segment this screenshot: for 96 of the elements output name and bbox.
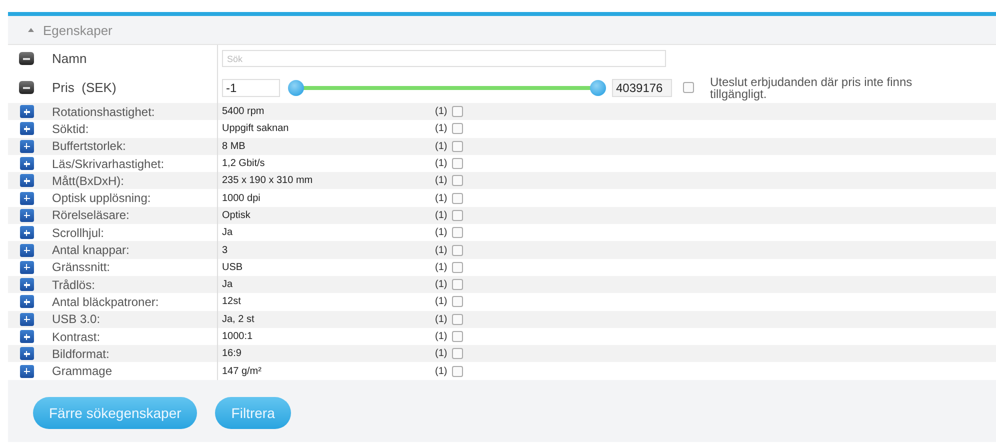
plus-icon[interactable]	[20, 174, 34, 188]
count-label: (1)	[435, 296, 448, 308]
plus-icon[interactable]	[20, 140, 34, 153]
property-label: Antal knappar:	[52, 243, 130, 258]
checkbox[interactable]	[452, 244, 464, 256]
filter-label: Namn	[52, 51, 87, 66]
checkbox[interactable]	[452, 140, 464, 152]
count-label: (1)	[435, 123, 448, 134]
property-label: Optisk upplösning:	[52, 191, 151, 206]
count-label: (1)	[435, 106, 448, 118]
plus-icon[interactable]	[20, 226, 34, 240]
checkbox[interactable]	[452, 106, 464, 118]
plus-icon[interactable]	[20, 312, 34, 326]
plus-icon[interactable]	[20, 105, 34, 118]
checkbox[interactable]	[452, 158, 464, 170]
slider-handle[interactable]	[590, 80, 606, 96]
property-value: Ja, 2 st	[222, 314, 256, 325]
property-label: Mått(BxDxH):	[52, 174, 124, 188]
property-label: Antal bläckpatroner:	[52, 294, 159, 309]
checkbox[interactable]	[452, 123, 464, 134]
action-button[interactable]: Färre sökegenskaper	[33, 396, 198, 429]
checkbox[interactable]	[452, 192, 464, 204]
filter-label: Pris (SEK)	[52, 80, 116, 95]
checkbox[interactable]	[452, 331, 464, 342]
checkbox[interactable]	[452, 262, 464, 273]
count-label: (1)	[435, 175, 448, 186]
checkbox[interactable]	[452, 314, 464, 325]
property-value: 3	[222, 244, 229, 256]
plus-icon[interactable]	[20, 278, 34, 292]
min-price-field[interactable]: -1	[222, 78, 280, 96]
collapse-icon[interactable]	[19, 81, 34, 94]
count-label: (1)	[435, 158, 448, 170]
property-value: Uppgift saknan	[222, 123, 290, 134]
property-value: Ja	[222, 227, 234, 238]
panel-header[interactable]: Egenskaper	[8, 16, 996, 44]
count-label: (1)	[435, 192, 448, 204]
property-value: 5400 rpm	[222, 106, 266, 118]
slider-handle[interactable]	[288, 80, 304, 96]
checkbox[interactable]	[452, 366, 464, 377]
count-label: (1)	[435, 140, 448, 152]
action-button[interactable]: Filtrera	[215, 396, 291, 429]
property-value: 235 x 190 x 310 mm	[222, 175, 314, 186]
property-label: Läs/Skrivarhastighet:	[52, 156, 164, 171]
property-value: 1000:1	[222, 331, 254, 342]
property-label: Rörelseläsare:	[52, 208, 130, 222]
checkbox[interactable]	[452, 175, 464, 186]
property-label: Buffertstorlek:	[52, 139, 126, 154]
property-label: Trådlös:	[52, 278, 95, 292]
checkbox[interactable]	[683, 82, 694, 93]
plus-icon[interactable]	[20, 330, 34, 343]
exclude-label: Uteslut erbjudanden där pris inte finns tillgängligt.	[710, 76, 914, 100]
property-label: Grammage	[52, 364, 112, 378]
checkbox[interactable]	[452, 296, 464, 308]
property-label: Rotationshastighet:	[52, 104, 155, 119]
property-label: USB 3.0:	[52, 312, 100, 326]
property-value: 8 MB	[222, 140, 246, 152]
count-label: (1)	[435, 262, 448, 273]
checkbox[interactable]	[452, 210, 464, 221]
checkbox[interactable]	[452, 348, 464, 360]
count-label: (1)	[435, 366, 448, 377]
property-label: Gränssnitt:	[52, 260, 110, 274]
property-value: 12st	[222, 296, 242, 308]
checkbox[interactable]	[452, 227, 464, 238]
plus-icon[interactable]	[20, 260, 34, 274]
property-label: Kontrast:	[52, 330, 100, 344]
plus-icon[interactable]	[20, 157, 34, 170]
count-label: (1)	[435, 244, 448, 256]
plus-icon[interactable]	[20, 208, 34, 222]
property-label: Bildformat:	[52, 346, 110, 361]
plus-icon[interactable]	[20, 122, 34, 136]
property-label: Scrollhjul:	[52, 226, 104, 240]
checkbox[interactable]	[452, 279, 464, 290]
property-value: 1,2 Gbit/s	[222, 158, 266, 170]
property-value: 147 g/m²	[222, 366, 262, 377]
property-value: Ja	[222, 279, 234, 290]
property-label: Söktid:	[52, 122, 89, 136]
plus-icon[interactable]	[20, 295, 34, 308]
max-price-field[interactable]: 4039176	[612, 78, 672, 96]
collapse-icon	[28, 28, 34, 32]
count-label: (1)	[435, 210, 448, 221]
plus-icon[interactable]	[20, 364, 34, 378]
collapse-icon[interactable]	[19, 52, 34, 65]
count-label: (1)	[435, 279, 448, 290]
count-label: (1)	[435, 348, 448, 360]
property-value: 1000 dpi	[222, 192, 262, 204]
plus-icon[interactable]	[20, 347, 34, 360]
count-label: (1)	[435, 314, 448, 325]
price-slider[interactable]	[288, 80, 606, 96]
plus-icon[interactable]	[20, 244, 34, 257]
plus-icon[interactable]	[20, 192, 34, 205]
property-value: USB	[222, 262, 244, 273]
search-field[interactable]: Sök	[222, 50, 666, 67]
count-label: (1)	[435, 331, 448, 342]
property-value: Optisk	[222, 210, 252, 221]
property-value: 16:9	[222, 348, 242, 360]
count-label: (1)	[435, 227, 448, 238]
